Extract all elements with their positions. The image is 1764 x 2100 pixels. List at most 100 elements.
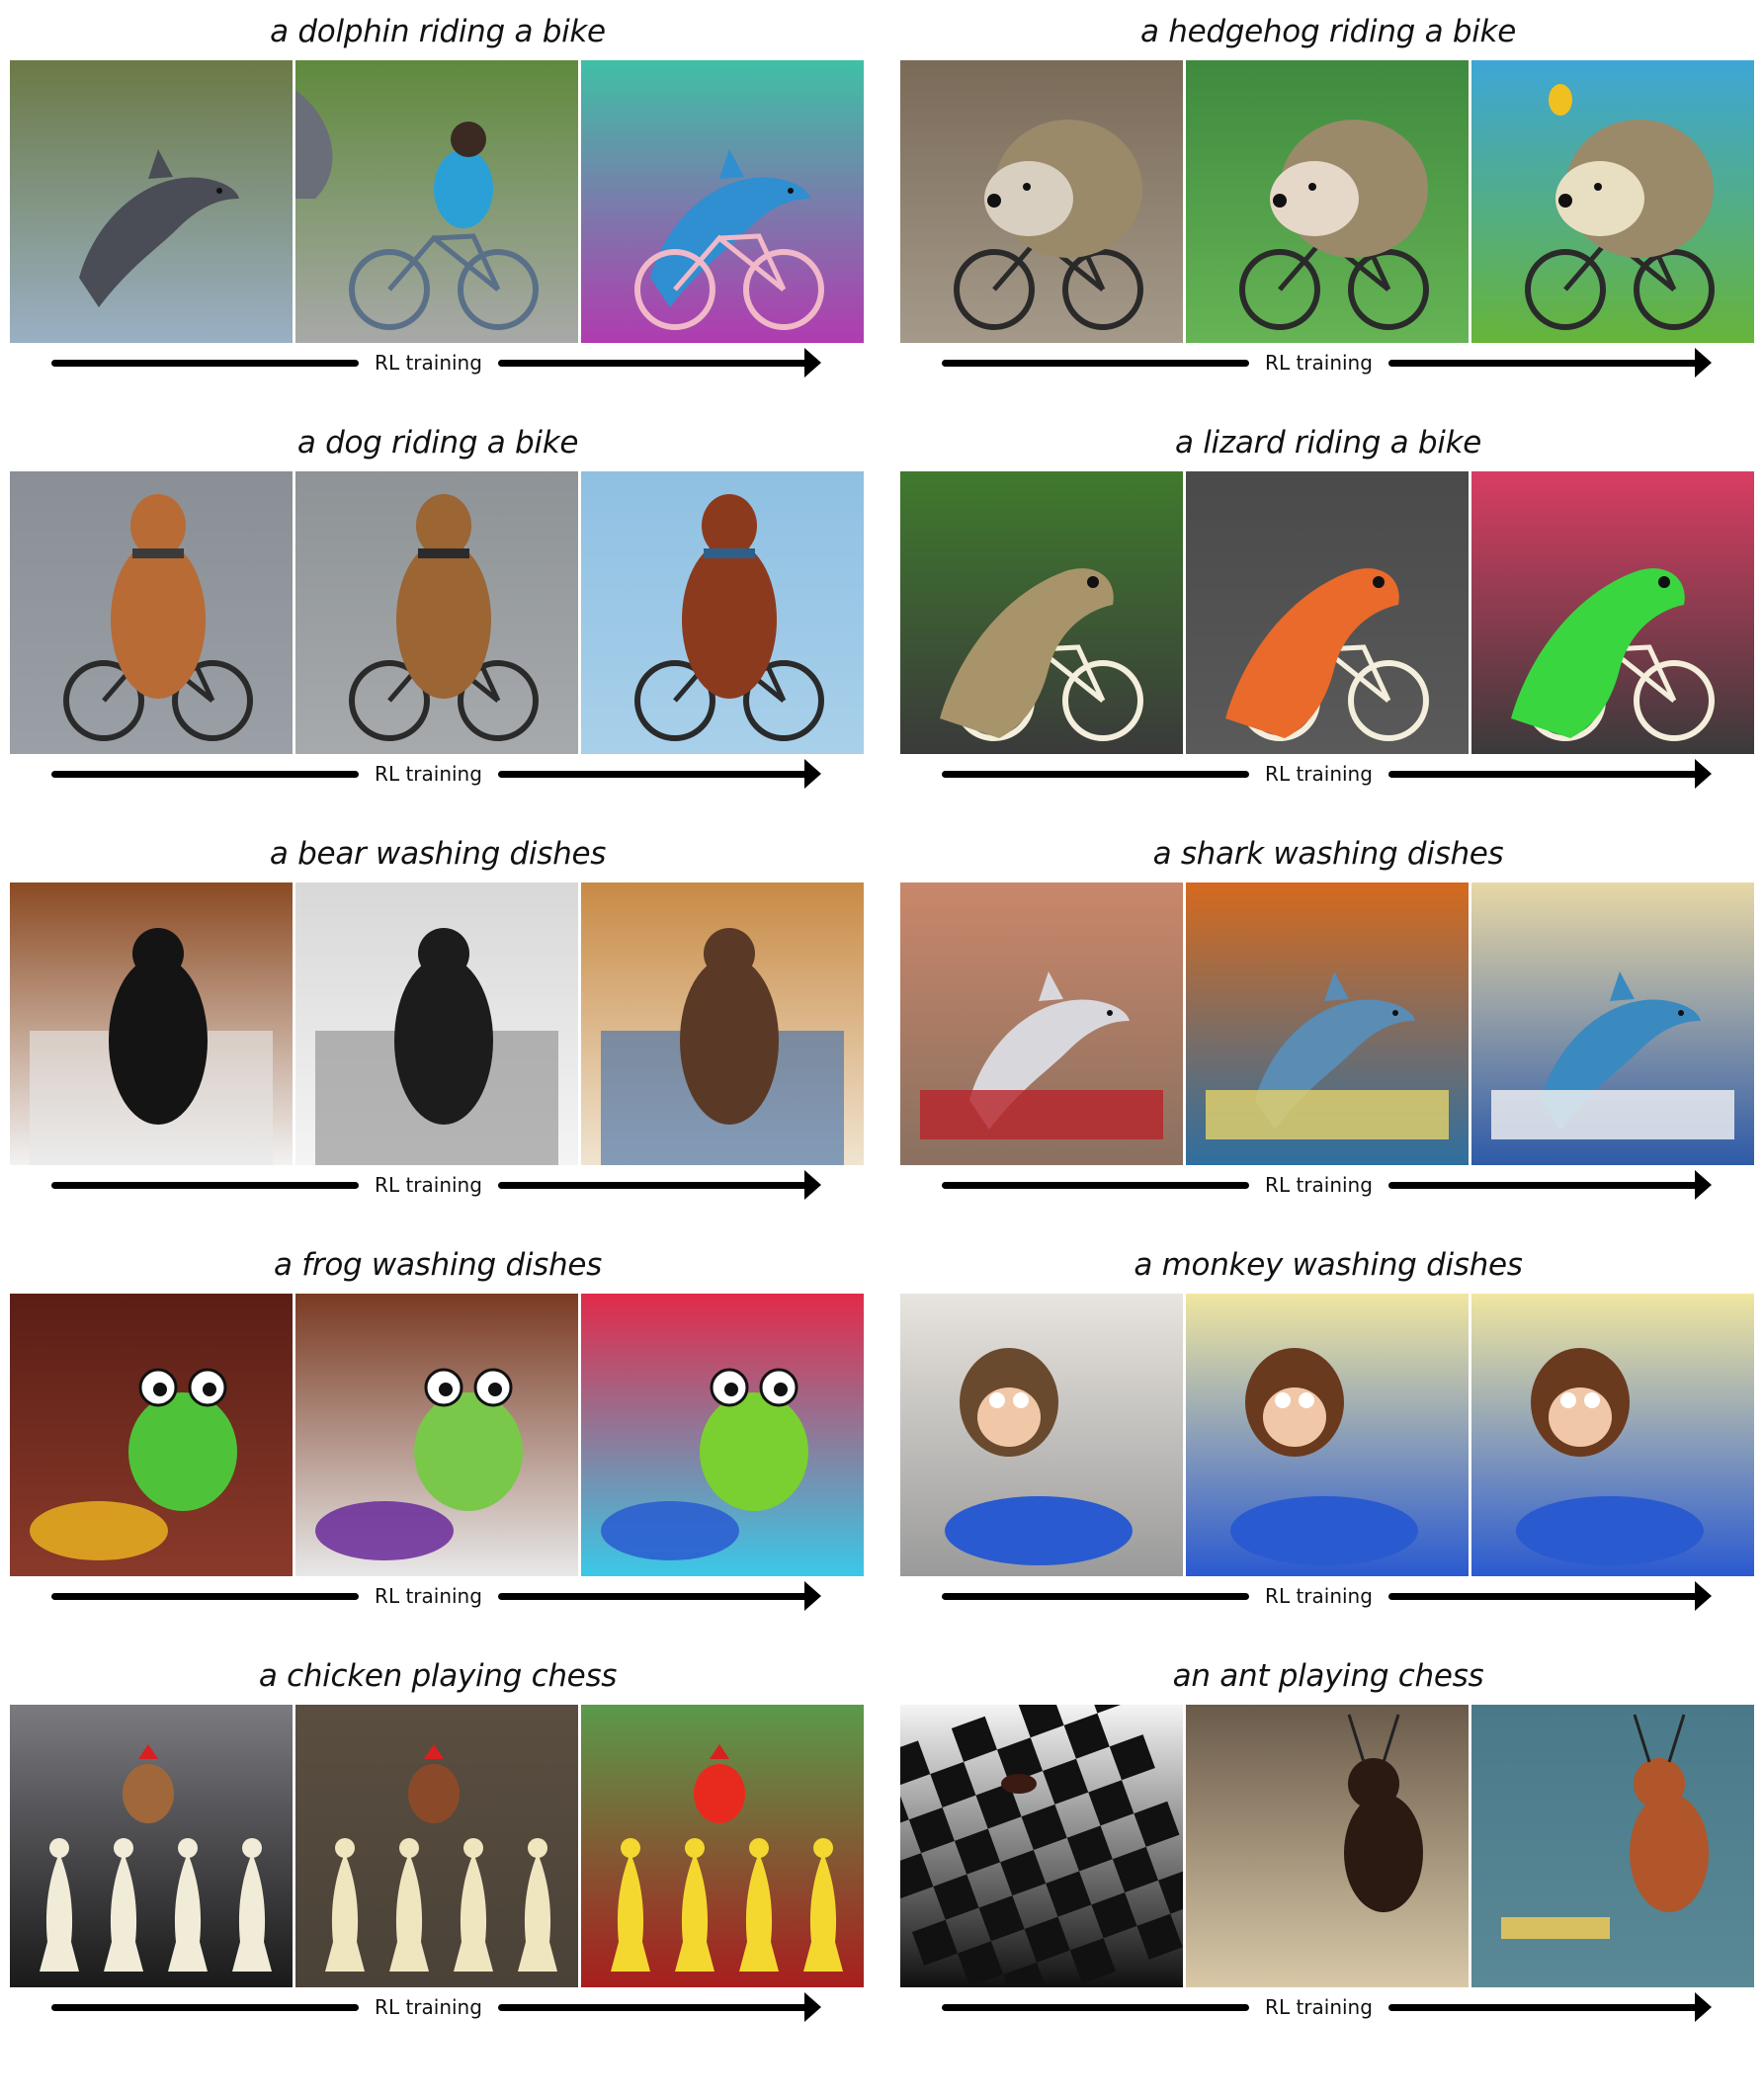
arrow-line-right [498,771,808,778]
image-canvas [1186,1705,1469,1987]
arrow-line-right [498,1182,808,1189]
dolphin-eye [788,188,794,194]
rl-training-label: RL training [1265,1995,1373,2019]
arrow-head-icon [804,348,821,378]
arrow-head-icon [1695,759,1712,789]
monkey-face [1263,1387,1326,1447]
arrow-head-icon [1695,1992,1712,2022]
arrow-line-left [51,360,359,367]
balloon-icon [1549,84,1572,116]
generated-image-mid [1186,1294,1469,1576]
rl-training-label: RL training [1265,1584,1373,1608]
rl-training-arrow: RL training [900,1576,1756,1620]
chess-piece-head [685,1838,705,1858]
prompt-title: a dog riding a bike [296,425,579,461]
frog-pupil [774,1383,788,1396]
prompt-title: a chicken playing chess [258,1658,618,1694]
rl-training-label: RL training [375,1584,482,1608]
ant-head [1634,1758,1685,1809]
rl-training-arrow: RL training [10,1987,866,2031]
dog-head [416,494,471,557]
prompt-group-10: an ant playing chess RL training [900,1658,1756,2100]
generated-image-late [1471,471,1754,754]
lizard-eye [1087,576,1099,588]
image-canvas [581,1294,864,1576]
image-canvas [1471,1294,1754,1576]
chess-piece-head [335,1838,355,1858]
monkey-face [1549,1387,1612,1447]
shark-eye [1392,1010,1398,1016]
monkey-eye [1584,1392,1600,1408]
frog-pupil [153,1383,167,1396]
generated-image-mid [1186,1705,1469,1987]
hedgehog-eye [1594,183,1602,191]
generated-image-early [900,60,1183,343]
image-canvas [1186,882,1469,1165]
chicken-body [123,1764,174,1823]
shark-eye [1678,1010,1684,1016]
image-canvas [295,1294,578,1576]
dog-head [130,494,186,557]
arrow-line-left [51,771,359,778]
rl-training-arrow: RL training [900,1987,1756,2031]
image-canvas [295,882,578,1165]
generated-image-late [1471,60,1754,343]
arrow-line-left [942,1593,1249,1600]
image-canvas [581,1705,864,1987]
rl-training-label: RL training [1265,351,1373,375]
hedgehog-eye [1308,183,1316,191]
image-canvas [900,471,1183,754]
generated-image-late [1471,882,1754,1165]
prompt-title: a monkey washing dishes [1134,1247,1523,1283]
bear-head [132,928,184,979]
chess-piece-head [528,1838,547,1858]
image-canvas [10,1705,293,1987]
frog-pupil [203,1383,216,1396]
arrow-line-left [942,2004,1249,2011]
monkey-eye [1275,1392,1291,1408]
generated-image-early [900,1294,1183,1576]
rider-jacket [434,149,493,228]
rl-training-label: RL training [375,1995,482,2019]
chess-piece-head [621,1838,640,1858]
generated-image-mid [295,1705,578,1987]
chessboard [1501,1917,1610,1939]
lizard-eye [1373,576,1385,588]
arrow-line-left [51,2004,359,2011]
image-canvas [900,882,1183,1165]
rl-training-label: RL training [1265,1173,1373,1197]
image-canvas [1471,1705,1754,1987]
generated-image-early [10,1705,293,1987]
rl-training-label: RL training [1265,762,1373,786]
arrow-line-right [498,360,808,367]
prompt-group-7: a frog washing dishes RL training [10,1247,866,1689]
dog-body [111,541,206,699]
dog-body [682,541,777,699]
dish-basin [1516,1496,1704,1565]
image-canvas [295,60,578,343]
dish-basin [601,1501,739,1560]
image-canvas [1471,882,1754,1165]
generated-image-mid [295,1294,578,1576]
ant-body [1630,1794,1709,1912]
arrow-line-left [51,1593,359,1600]
bear-head [418,928,469,979]
dish-basin [1206,1090,1449,1139]
prompt-title: a lizard riding a bike [1174,425,1481,461]
monkey-eye [1299,1392,1314,1408]
image-canvas [10,882,293,1165]
prompt-title: a dolphin riding a bike [270,14,606,49]
shark-eye [1107,1010,1113,1016]
hedgehog-nose [1558,194,1572,208]
arrow-line-right [498,1593,808,1600]
generated-image-early [10,60,293,343]
rl-training-arrow: RL training [10,754,866,798]
rider-head [451,122,486,157]
prompt-title: a bear washing dishes [269,836,607,872]
arrow-line-right [498,2004,808,2011]
arrow-head-icon [804,759,821,789]
prompt-group-3: a dog riding a bike RL training [10,425,866,867]
chess-piece-head [813,1838,833,1858]
arrow-line-right [1388,1593,1699,1600]
image-background [1471,1705,1754,1987]
